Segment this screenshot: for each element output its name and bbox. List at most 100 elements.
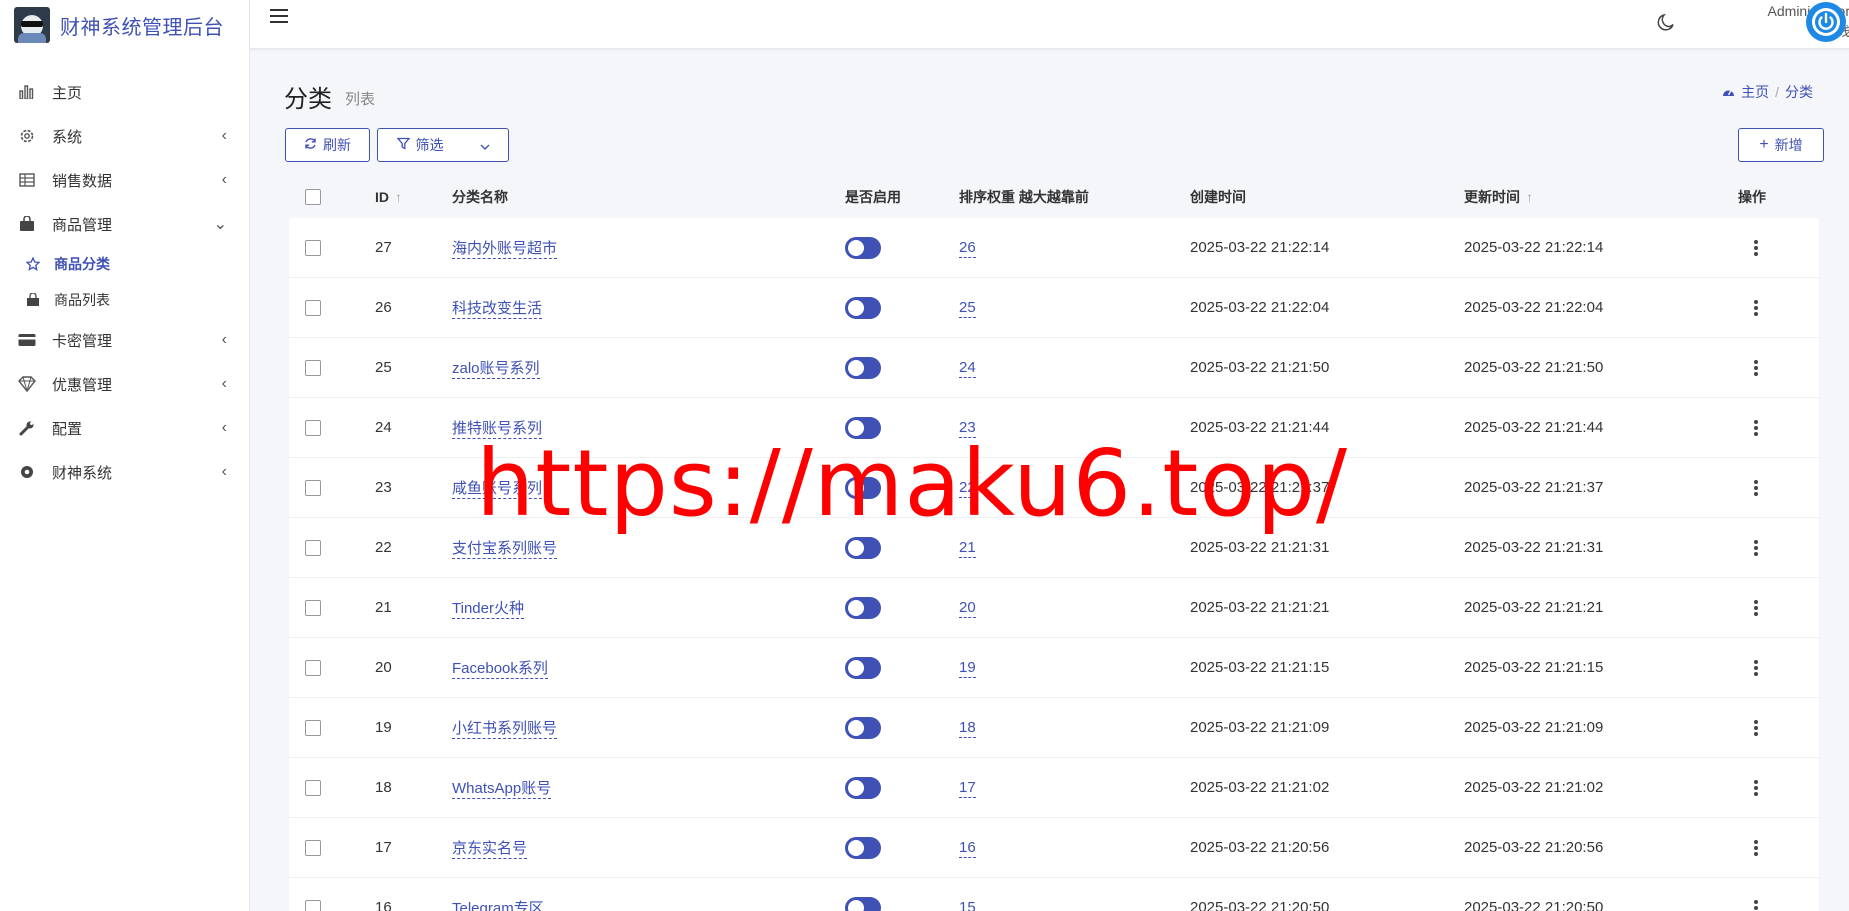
more-actions-icon[interactable]	[1753, 659, 1759, 676]
category-name-link[interactable]: 科技改变生活	[452, 300, 543, 319]
sort-weight-link[interactable]: 24	[959, 359, 976, 378]
table-row: 20 Facebook系列 19 2025-03-22 21:21:15 2025-03…	[289, 638, 1819, 698]
sidebar-item-sales-data[interactable]: 销售数据 ‹	[0, 158, 249, 202]
avatar[interactable]	[1806, 2, 1846, 42]
sidebar-item-caishen-system[interactable]: 财神系统 ‹	[0, 450, 249, 494]
sidebar-item-config[interactable]: 配置 ‹	[0, 406, 249, 450]
enabled-toggle[interactable]	[845, 776, 881, 799]
refresh-button[interactable]: 刷新	[285, 128, 370, 162]
row-checkbox[interactable]	[305, 839, 321, 856]
enabled-toggle[interactable]	[845, 356, 881, 379]
sidebar-subitem-product-category[interactable]: 商品分类	[0, 246, 249, 282]
category-name-link[interactable]: Telegram专区	[452, 900, 544, 911]
enabled-toggle[interactable]	[845, 476, 881, 499]
category-name-link[interactable]: 海内外账号超市	[452, 240, 558, 259]
row-checkbox[interactable]	[305, 419, 321, 436]
row-checkbox[interactable]	[305, 719, 321, 736]
brand[interactable]: 财神系统管理后台	[0, 0, 249, 50]
more-actions-icon[interactable]	[1753, 899, 1759, 911]
brand-logo	[14, 7, 50, 43]
sort-weight-link[interactable]: 22	[959, 479, 976, 498]
sort-weight-link[interactable]: 21	[959, 539, 976, 558]
cell-id: 26	[375, 299, 392, 316]
sort-weight-link[interactable]: 26	[959, 239, 976, 258]
enabled-toggle[interactable]	[845, 656, 881, 679]
category-name-link[interactable]: Tinder火种	[452, 600, 524, 619]
sidebar-item-home[interactable]: 主页	[0, 70, 249, 114]
more-actions-icon[interactable]	[1753, 299, 1759, 316]
row-checkbox[interactable]	[305, 539, 321, 556]
sidebar-item-promotion-management[interactable]: 优惠管理 ‹	[0, 362, 249, 406]
table-row: 24 推特账号系列 23 2025-03-22 21:21:44 2025-03-22 …	[289, 398, 1819, 458]
sidebar-item-label: 商品管理	[52, 216, 113, 234]
category-name-link[interactable]: 咸鱼账号系列	[452, 480, 543, 499]
table-row: 18 WhatsApp账号 17 2025-03-22 21:21:02 2025-03…	[289, 758, 1819, 818]
sort-weight-link[interactable]: 15	[959, 899, 976, 911]
sort-arrow-icon: ↑	[1526, 189, 1533, 205]
row-checkbox[interactable]	[305, 239, 321, 256]
sort-weight-link[interactable]: 25	[959, 299, 976, 318]
enabled-toggle[interactable]	[845, 836, 881, 859]
row-checkbox[interactable]	[305, 659, 321, 676]
column-header-id[interactable]: ID ↑	[375, 189, 452, 205]
sidebar-item-label: 卡密管理	[52, 332, 113, 350]
enabled-toggle[interactable]	[845, 416, 881, 439]
sort-weight-link[interactable]: 20	[959, 599, 976, 618]
more-actions-icon[interactable]	[1753, 239, 1759, 256]
enabled-toggle[interactable]	[845, 536, 881, 559]
more-actions-icon[interactable]	[1753, 599, 1759, 616]
row-checkbox[interactable]	[305, 479, 321, 496]
enabled-toggle[interactable]	[845, 596, 881, 619]
cell-id: 23	[375, 479, 392, 496]
enabled-toggle[interactable]	[845, 896, 881, 911]
row-checkbox[interactable]	[305, 779, 321, 796]
filter-label: 筛选	[415, 137, 444, 153]
more-actions-icon[interactable]	[1753, 419, 1759, 436]
add-label: 新增	[1774, 137, 1803, 153]
more-actions-icon[interactable]	[1753, 779, 1759, 796]
sidebar-item-product-management[interactable]: 商品管理 ⌄	[0, 202, 249, 246]
category-name-link[interactable]: Facebook系列	[452, 660, 548, 679]
more-actions-icon[interactable]	[1753, 539, 1759, 556]
more-actions-icon[interactable]	[1753, 719, 1759, 736]
category-name-link[interactable]: WhatsApp账号	[452, 780, 552, 799]
category-name-link[interactable]: 京东实名号	[452, 840, 528, 859]
table-row: 21 Tinder火种 20 2025-03-22 21:21:21 2025-03-2…	[289, 578, 1819, 638]
category-name-link[interactable]: 推特账号系列	[452, 420, 543, 439]
sort-weight-link[interactable]: 19	[959, 659, 976, 678]
sidebar-item-card-management[interactable]: 卡密管理 ‹	[0, 318, 249, 362]
sidebar-item-system[interactable]: 系统 ‹	[0, 114, 249, 158]
sort-weight-link[interactable]: 17	[959, 779, 976, 798]
row-checkbox[interactable]	[305, 599, 321, 616]
enabled-toggle[interactable]	[845, 236, 881, 259]
add-button[interactable]: + 新增	[1738, 128, 1824, 162]
sidebar-subitem-product-list[interactable]: 商品列表	[0, 282, 249, 318]
enabled-toggle[interactable]	[845, 716, 881, 739]
cell-updated: 2025-03-22 21:20:50	[1464, 899, 1604, 911]
chevron-left-icon: ‹	[221, 171, 227, 188]
breadcrumb-home[interactable]: 主页	[1741, 82, 1769, 102]
row-checkbox[interactable]	[305, 899, 321, 911]
row-checkbox[interactable]	[305, 359, 321, 376]
sort-weight-link[interactable]: 18	[959, 719, 976, 738]
filter-button[interactable]: 筛选	[377, 128, 509, 162]
column-header-actions: 操作	[1738, 189, 1766, 205]
cell-updated: 2025-03-22 21:21:37	[1464, 479, 1604, 496]
cell-created: 2025-03-22 21:22:14	[1190, 239, 1330, 256]
sort-weight-link[interactable]: 23	[959, 419, 976, 438]
cell-id: 25	[375, 359, 392, 376]
more-actions-icon[interactable]	[1753, 839, 1759, 856]
category-name-link[interactable]: 支付宝系列账号	[452, 540, 558, 559]
column-header-updated[interactable]: 更新时间 ↑	[1464, 187, 1738, 207]
menu-toggle-icon[interactable]	[270, 9, 288, 23]
row-checkbox[interactable]	[305, 299, 321, 316]
cell-updated: 2025-03-22 21:21:31	[1464, 539, 1604, 556]
category-name-link[interactable]: zalo账号系列	[452, 360, 540, 379]
sort-weight-link[interactable]: 16	[959, 839, 976, 858]
more-actions-icon[interactable]	[1753, 479, 1759, 496]
select-all-checkbox[interactable]	[305, 189, 321, 205]
dark-mode-icon[interactable]	[1656, 12, 1678, 34]
category-name-link[interactable]: 小红书系列账号	[452, 720, 558, 739]
more-actions-icon[interactable]	[1753, 359, 1759, 376]
enabled-toggle[interactable]	[845, 296, 881, 319]
